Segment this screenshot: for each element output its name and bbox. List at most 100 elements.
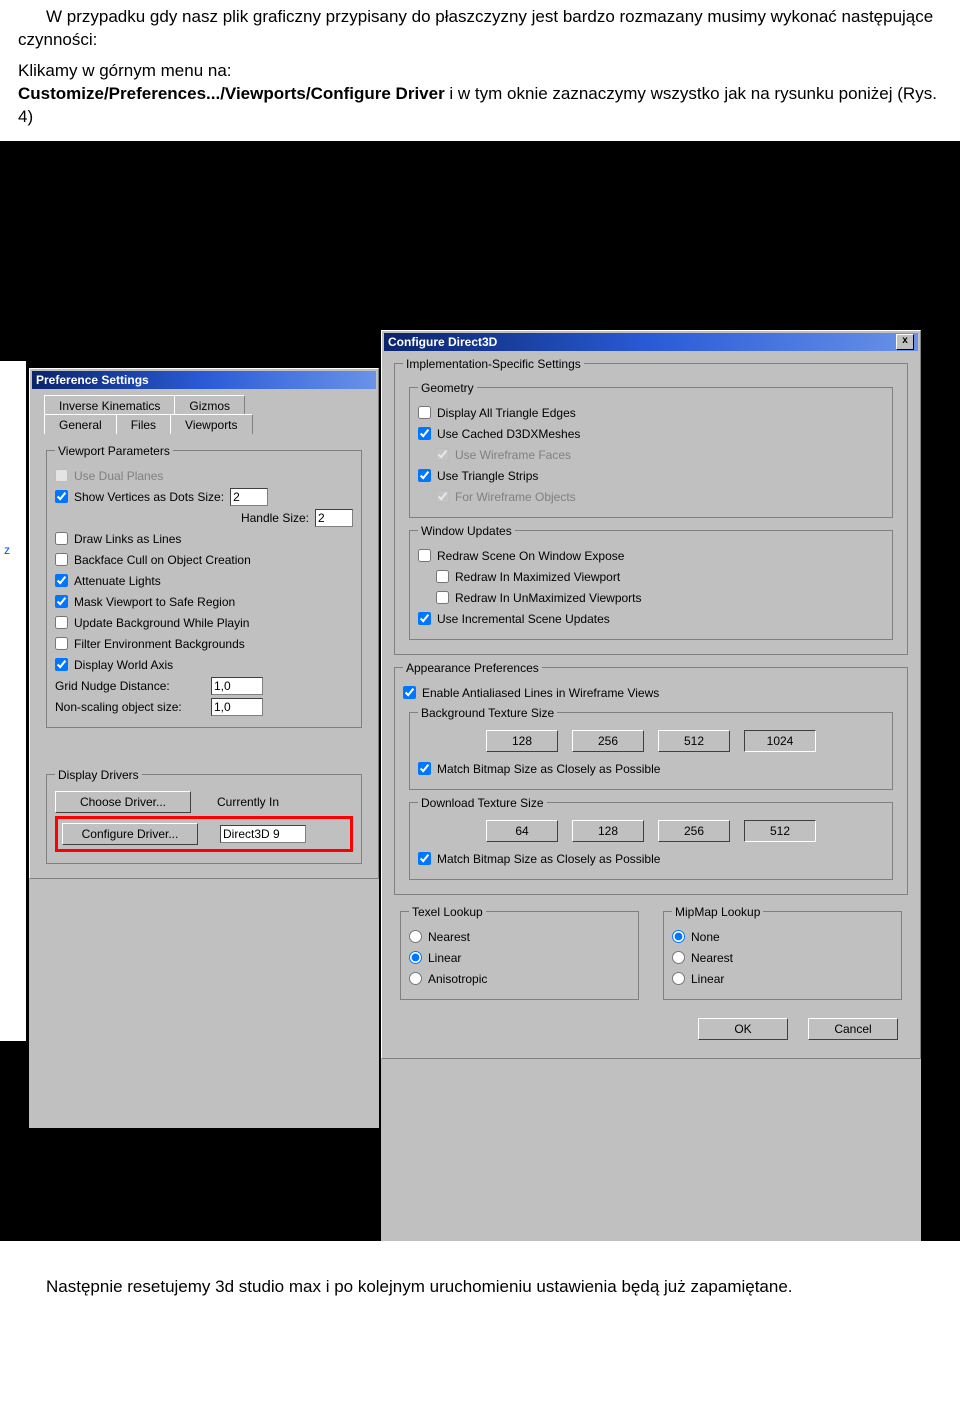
grid-nudge-input[interactable]	[211, 677, 263, 695]
dl-tex-64-button[interactable]: 64	[486, 820, 558, 842]
bg-match-bitmap-row[interactable]: Match Bitmap Size as Closely as Possible	[418, 760, 884, 778]
choose-driver-row: Choose Driver... Currently In	[55, 791, 353, 813]
nonscaling-input[interactable]	[211, 698, 263, 716]
update-bg-checkbox[interactable]	[55, 616, 68, 629]
texel-lookup-group: Texel Lookup Nearest Linear Anisotropic	[400, 905, 639, 1000]
bg-match-bitmap-checkbox[interactable]	[418, 762, 431, 775]
use-cached-meshes-checkbox[interactable]	[418, 427, 431, 440]
bg-match-bitmap-label: Match Bitmap Size as Closely as Possible	[437, 762, 660, 776]
texel-nearest-row[interactable]: Nearest	[409, 928, 630, 946]
texel-anisotropic-radio[interactable]	[409, 972, 422, 985]
backface-cull-label: Backface Cull on Object Creation	[74, 553, 251, 567]
filter-env-checkbox[interactable]	[55, 637, 68, 650]
redraw-on-expose-row[interactable]: Redraw Scene On Window Expose	[418, 547, 884, 565]
dl-match-bitmap-checkbox[interactable]	[418, 852, 431, 865]
enable-aa-lines-label: Enable Antialiased Lines in Wireframe Vi…	[422, 686, 659, 700]
for-wireframe-objects-label: For Wireframe Objects	[455, 490, 576, 504]
dl-tex-512-button[interactable]: 512	[744, 820, 816, 842]
mipmap-nearest-radio[interactable]	[672, 951, 685, 964]
use-cached-meshes-row[interactable]: Use Cached D3DXMeshes	[418, 425, 884, 443]
geometry-legend: Geometry	[418, 381, 477, 395]
draw-links-label: Draw Links as Lines	[74, 532, 181, 546]
tab-files[interactable]: Files	[116, 414, 171, 434]
show-vertices-row[interactable]: Show Vertices as Dots Size:	[55, 488, 353, 506]
attenuate-lights-checkbox[interactable]	[55, 574, 68, 587]
dl-match-bitmap-row[interactable]: Match Bitmap Size as Closely as Possible	[418, 850, 884, 868]
configure-driver-row: Configure Driver...	[55, 816, 353, 852]
tab-inverse-kinematics[interactable]: Inverse Kinematics	[44, 395, 175, 415]
incremental-updates-row[interactable]: Use Incremental Scene Updates	[418, 610, 884, 628]
dl-tex-256-button[interactable]: 256	[658, 820, 730, 842]
filter-env-row[interactable]: Filter Environment Backgrounds	[55, 635, 353, 653]
tab-viewports[interactable]: Viewports	[170, 414, 252, 434]
texel-linear-radio[interactable]	[409, 951, 422, 964]
texel-nearest-radio[interactable]	[409, 930, 422, 943]
choose-driver-button[interactable]: Choose Driver...	[55, 791, 191, 813]
nonscaling-row: Non-scaling object size:	[55, 698, 353, 716]
bg-texture-buttons: 128 256 512 1024	[418, 730, 884, 752]
update-bg-row[interactable]: Update Background While Playin	[55, 614, 353, 632]
attenuate-lights-row[interactable]: Attenuate Lights	[55, 572, 353, 590]
configure-direct3d-title: Configure Direct3D	[388, 333, 497, 351]
bg-tex-256-button[interactable]: 256	[572, 730, 644, 752]
intro-pre: Klikamy w górnym menu na:	[18, 61, 232, 80]
for-wireframe-objects-checkbox	[436, 490, 449, 503]
mask-viewport-row[interactable]: Mask Viewport to Safe Region	[55, 593, 353, 611]
handle-size-input[interactable]	[315, 509, 353, 527]
redraw-maximized-checkbox[interactable]	[436, 570, 449, 583]
configure-direct3d-dialog: Configure Direct3D x Implementation-Spec…	[380, 329, 922, 1241]
mipmap-nearest-row[interactable]: Nearest	[672, 949, 893, 967]
redraw-unmaximized-row[interactable]: Redraw In UnMaximized Viewports	[436, 589, 884, 607]
use-triangle-strips-row[interactable]: Use Triangle Strips	[418, 467, 884, 485]
enable-aa-lines-row[interactable]: Enable Antialiased Lines in Wireframe Vi…	[403, 684, 899, 702]
current-driver-field[interactable]	[220, 825, 306, 843]
display-drivers-group: Display Drivers Choose Driver... Current…	[46, 768, 362, 864]
redraw-unmaximized-checkbox[interactable]	[436, 591, 449, 604]
bg-tex-512-button[interactable]: 512	[658, 730, 730, 752]
handle-size-row: Handle Size:	[55, 509, 353, 527]
background-texture-size-legend: Background Texture Size	[418, 706, 557, 720]
tab-general[interactable]: General	[44, 414, 117, 434]
redraw-on-expose-checkbox[interactable]	[418, 549, 431, 562]
texel-linear-row[interactable]: Linear	[409, 949, 630, 967]
configure-driver-button[interactable]: Configure Driver...	[62, 823, 198, 845]
redraw-on-expose-label: Redraw Scene On Window Expose	[437, 549, 624, 563]
mipmap-none-row[interactable]: None	[672, 928, 893, 946]
tab-gizmos[interactable]: Gizmos	[174, 395, 245, 415]
preference-settings-titlebar[interactable]: Preference Settings	[32, 371, 376, 389]
viewport-parameters-group: Viewport Parameters Use Dual Planes Show…	[46, 444, 362, 728]
preference-settings-dialog: Preference Settings Inverse Kinematics G…	[28, 367, 380, 1129]
display-world-axis-checkbox[interactable]	[55, 658, 68, 671]
use-triangle-strips-checkbox[interactable]	[418, 469, 431, 482]
display-all-triangle-edges-row[interactable]: Display All Triangle Edges	[418, 404, 884, 422]
window-updates-group: Window Updates Redraw Scene On Window Ex…	[409, 524, 893, 640]
cancel-button[interactable]: Cancel	[808, 1018, 898, 1040]
draw-links-row[interactable]: Draw Links as Lines	[55, 530, 353, 548]
texel-anisotropic-row[interactable]: Anisotropic	[409, 970, 630, 988]
vertices-size-input[interactable]	[230, 488, 268, 506]
backface-cull-row[interactable]: Backface Cull on Object Creation	[55, 551, 353, 569]
close-icon[interactable]: x	[896, 334, 914, 350]
geometry-group: Geometry Display All Triangle Edges Use …	[409, 381, 893, 518]
use-dual-planes-row: Use Dual Planes	[55, 467, 353, 485]
mipmap-linear-row[interactable]: Linear	[672, 970, 893, 988]
redraw-maximized-row[interactable]: Redraw In Maximized Viewport	[436, 568, 884, 586]
mipmap-none-radio[interactable]	[672, 930, 685, 943]
show-vertices-checkbox[interactable]	[55, 490, 68, 503]
display-all-triangle-edges-checkbox[interactable]	[418, 406, 431, 419]
bg-tex-128-button[interactable]: 128	[486, 730, 558, 752]
dl-tex-128-button[interactable]: 128	[572, 820, 644, 842]
incremental-updates-checkbox[interactable]	[418, 612, 431, 625]
backface-cull-checkbox[interactable]	[55, 553, 68, 566]
mask-viewport-checkbox[interactable]	[55, 595, 68, 608]
mipmap-linear-radio[interactable]	[672, 972, 685, 985]
enable-aa-lines-checkbox[interactable]	[403, 686, 416, 699]
draw-links-checkbox[interactable]	[55, 532, 68, 545]
ok-button[interactable]: OK	[698, 1018, 788, 1040]
display-world-axis-row[interactable]: Display World Axis	[55, 656, 353, 674]
appearance-preferences-group: Appearance Preferences Enable Antialiase…	[394, 661, 908, 895]
intro-paragraph-1: W przypadku gdy nasz plik graficzny przy…	[18, 6, 942, 52]
configure-direct3d-titlebar[interactable]: Configure Direct3D x	[384, 333, 918, 351]
bg-tex-1024-button[interactable]: 1024	[744, 730, 816, 752]
use-dual-planes-label: Use Dual Planes	[74, 469, 163, 483]
